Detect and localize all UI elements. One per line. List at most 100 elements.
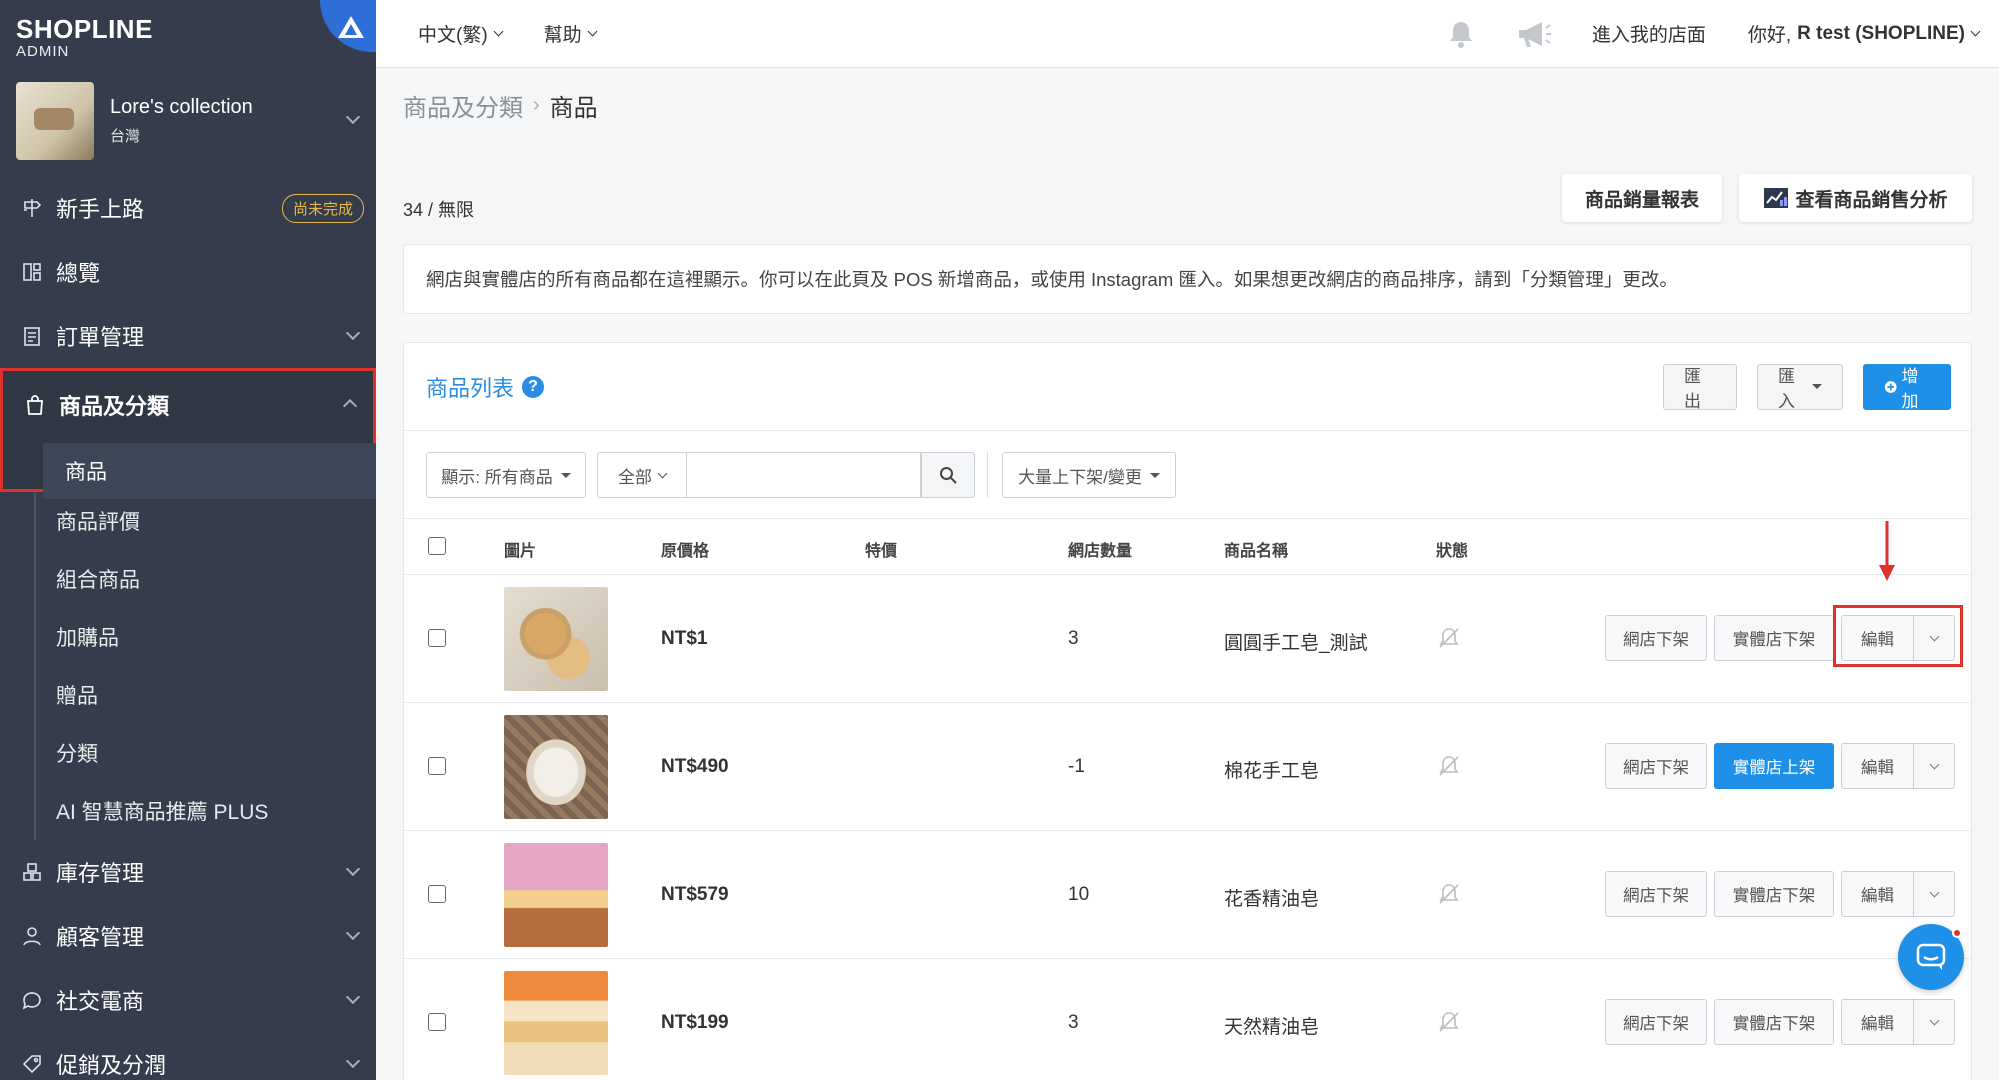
sidebar-item-social[interactable]: 社交電商 [0, 968, 376, 1032]
sidebar-item-overview[interactable]: 總覽 [0, 240, 376, 304]
select-all-checkbox[interactable] [428, 537, 446, 555]
sales-report-button[interactable]: 商品銷量報表 [1562, 174, 1722, 222]
edit-button[interactable]: 編輯 [1841, 999, 1913, 1045]
column-header-quantity[interactable]: 網店數量 [1068, 537, 1132, 561]
dashboard-icon [20, 260, 44, 284]
pos-status-button[interactable]: 實體店下架 [1714, 871, 1834, 917]
app-logo-icon [338, 16, 364, 38]
sidebar-sub-reviews[interactable]: 商品評價 [56, 492, 376, 550]
sidebar-item-label: 商品及分類 [59, 394, 170, 419]
pos-status-button[interactable]: 實體店下架 [1714, 615, 1834, 661]
product-name[interactable]: 天然精油皂 [1224, 1012, 1319, 1039]
filter-row: 顯示: 所有商品 全部 大量上下架/變更 [404, 431, 1971, 519]
sidebar-item-promotions[interactable]: 促銷及分潤 [0, 1032, 376, 1080]
sidebar-item-label: 訂單管理 [56, 325, 145, 350]
sidebar-sub-gifts[interactable]: 贈品 [56, 666, 376, 724]
help-label: 幫助 [543, 25, 582, 46]
search-scope-dropdown[interactable]: 全部 [597, 452, 687, 498]
bell-icon[interactable] [1446, 19, 1476, 49]
column-header-image: 圖片 [504, 543, 537, 560]
sidebar-item-products[interactable]: 商品及分類 商品 [0, 368, 376, 499]
chevron-down-icon [345, 925, 361, 941]
online-unlist-button[interactable]: 網店下架 [1605, 615, 1707, 661]
sidebar-sub-bundles[interactable]: 組合商品 [56, 550, 376, 608]
store-region: 台灣 [110, 128, 141, 145]
pos-status-button[interactable]: 實體店下架 [1714, 999, 1834, 1045]
edit-button[interactable]: 編輯 [1841, 743, 1913, 789]
sidebar-sub-products[interactable]: 商品 [43, 443, 376, 499]
product-image[interactable] [504, 843, 608, 947]
search-icon [940, 467, 957, 484]
document-icon [20, 324, 44, 348]
shopping-bag-icon [23, 393, 47, 417]
edit-button[interactable]: 編輯 [1841, 871, 1913, 917]
sidebar-sub-ai-recommend[interactable]: AI 智慧商品推薦 PLUS [56, 782, 376, 840]
display-filter-label: 顯示: 所有商品 [441, 467, 553, 487]
user-menu[interactable]: 你好, R test (SHOPLINE) [1747, 20, 1981, 47]
edit-dropdown-button[interactable] [1913, 999, 1955, 1045]
edit-dropdown-button[interactable] [1913, 871, 1955, 917]
product-image[interactable] [504, 587, 608, 691]
shopline-logo[interactable]: SHOPLINE [16, 14, 376, 45]
search-input[interactable] [687, 452, 921, 498]
column-header-sale-price[interactable]: 特價 [865, 537, 897, 561]
megaphone-icon[interactable] [1516, 19, 1552, 49]
chat-button[interactable] [1898, 924, 1964, 990]
import-button[interactable]: 匯入 [1757, 363, 1843, 411]
product-image[interactable] [504, 971, 608, 1075]
online-unlist-button[interactable]: 網店下架 [1605, 999, 1707, 1045]
sidebar-item-orders[interactable]: 訂單管理 [0, 304, 376, 368]
muted-bell-icon [1436, 753, 1462, 784]
product-list-panel: 商品列表 ? 匯出 匯入 增加 顯示: 所有商品 全部 大量上下架/變更 圖片 … [403, 342, 1972, 1080]
column-header-price[interactable]: 原價格 [661, 537, 709, 561]
sidebar-item-label: 庫存管理 [56, 861, 145, 886]
online-unlist-button[interactable]: 網店下架 [1605, 743, 1707, 789]
export-button[interactable]: 匯出 [1663, 363, 1737, 411]
visit-store-link[interactable]: 進入我的店面 [1592, 20, 1706, 47]
search-button[interactable] [921, 452, 975, 498]
table-row: NT$490 -1 棉花手工皂 網店下架 實體店上架 編輯 [404, 703, 1971, 831]
display-filter-dropdown[interactable]: 顯示: 所有商品 [426, 452, 586, 498]
add-label: 增加 [1901, 366, 1919, 411]
help-menu[interactable]: 幫助 [543, 20, 598, 47]
row-checkbox[interactable] [428, 629, 446, 647]
row-checkbox[interactable] [428, 757, 446, 775]
chevron-down-icon [587, 26, 598, 37]
muted-bell-icon [1436, 1009, 1462, 1040]
chat-bubble-icon [20, 988, 44, 1012]
sidebar-item-getting-started[interactable]: 新手上路 尚未完成 [0, 176, 376, 240]
plus-circle-icon [1884, 380, 1897, 393]
breadcrumb-current: 商品 [549, 95, 598, 122]
edit-dropdown-button[interactable] [1913, 743, 1955, 789]
sidebar-sub-categories[interactable]: 分類 [56, 724, 376, 782]
product-name[interactable]: 圓圓手工皂_測試 [1224, 628, 1368, 655]
bulk-action-dropdown[interactable]: 大量上下架/變更 [1002, 452, 1176, 498]
product-price: NT$1 [661, 628, 708, 649]
sidebar-item-label: 總覽 [56, 261, 101, 286]
store-name: Lore's collection [110, 96, 253, 118]
product-name[interactable]: 棉花手工皂 [1224, 756, 1319, 783]
sidebar-sub-addons[interactable]: 加購品 [56, 608, 376, 666]
bulk-action-label: 大量上下架/變更 [1018, 467, 1142, 487]
row-checkbox[interactable] [428, 1013, 446, 1031]
add-product-button[interactable]: 增加 [1863, 363, 1951, 411]
language-selector[interactable]: 中文(繁) [418, 20, 504, 47]
product-name[interactable]: 花香精油皂 [1224, 884, 1319, 911]
store-switcher[interactable]: Lore's collection 台灣 [0, 66, 376, 176]
sales-analysis-button[interactable]: 查看商品銷售分析 [1739, 174, 1972, 222]
greeting-text: 你好, [1747, 25, 1792, 46]
panel-title: 商品列表 ? [426, 371, 545, 403]
sidebar-item-label: 新手上路 [56, 197, 145, 222]
row-checkbox[interactable] [428, 885, 446, 903]
column-header-name[interactable]: 商品名稱 [1224, 537, 1288, 561]
breadcrumb-parent[interactable]: 商品及分類 [403, 88, 523, 123]
product-image[interactable] [504, 715, 608, 819]
online-unlist-button[interactable]: 網店下架 [1605, 871, 1707, 917]
sales-analysis-label: 查看商品銷售分析 [1795, 189, 1948, 211]
table-header: 圖片 原價格 特價 網店數量 商品名稱 狀態 [404, 519, 1971, 575]
chevron-down-icon [345, 861, 361, 877]
help-icon[interactable]: ? [522, 375, 545, 398]
sidebar-item-customers[interactable]: 顧客管理 [0, 904, 376, 968]
sidebar-item-inventory[interactable]: 庫存管理 [0, 840, 376, 904]
pos-status-button[interactable]: 實體店上架 [1714, 743, 1834, 789]
